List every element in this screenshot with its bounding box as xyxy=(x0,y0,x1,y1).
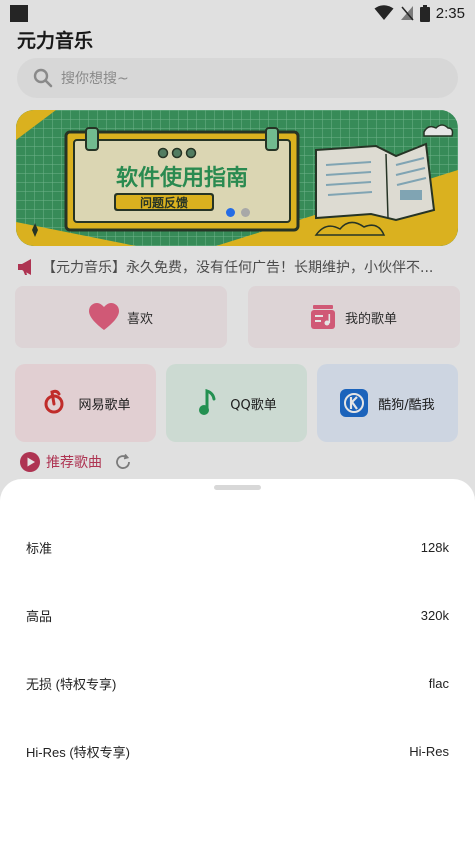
sheet-drag-handle[interactable] xyxy=(214,485,261,490)
quality-option-hires[interactable]: Hi-Res (特权专享) Hi-Res xyxy=(0,719,475,783)
quality-value: Hi-Res xyxy=(409,743,449,759)
quality-name: Hi-Res (特权专享) xyxy=(26,744,130,760)
audio-quality-sheet: 标准 128k 高品 320k 无损 (特权专享) flac Hi-Res (特… xyxy=(0,479,475,844)
quality-value: flac xyxy=(428,675,449,691)
quality-value: 320k xyxy=(420,607,449,623)
quality-option-high[interactable]: 高品 320k xyxy=(0,583,475,647)
quality-name: 无损 (特权专享) xyxy=(26,676,117,692)
quality-option-lossless[interactable]: 无损 (特权专享) flac xyxy=(0,651,475,715)
quality-name: 标准 xyxy=(26,540,53,556)
quality-name: 高品 xyxy=(26,608,53,624)
quality-value: 128k xyxy=(420,539,449,555)
quality-option-standard[interactable]: 标准 128k xyxy=(0,515,475,579)
